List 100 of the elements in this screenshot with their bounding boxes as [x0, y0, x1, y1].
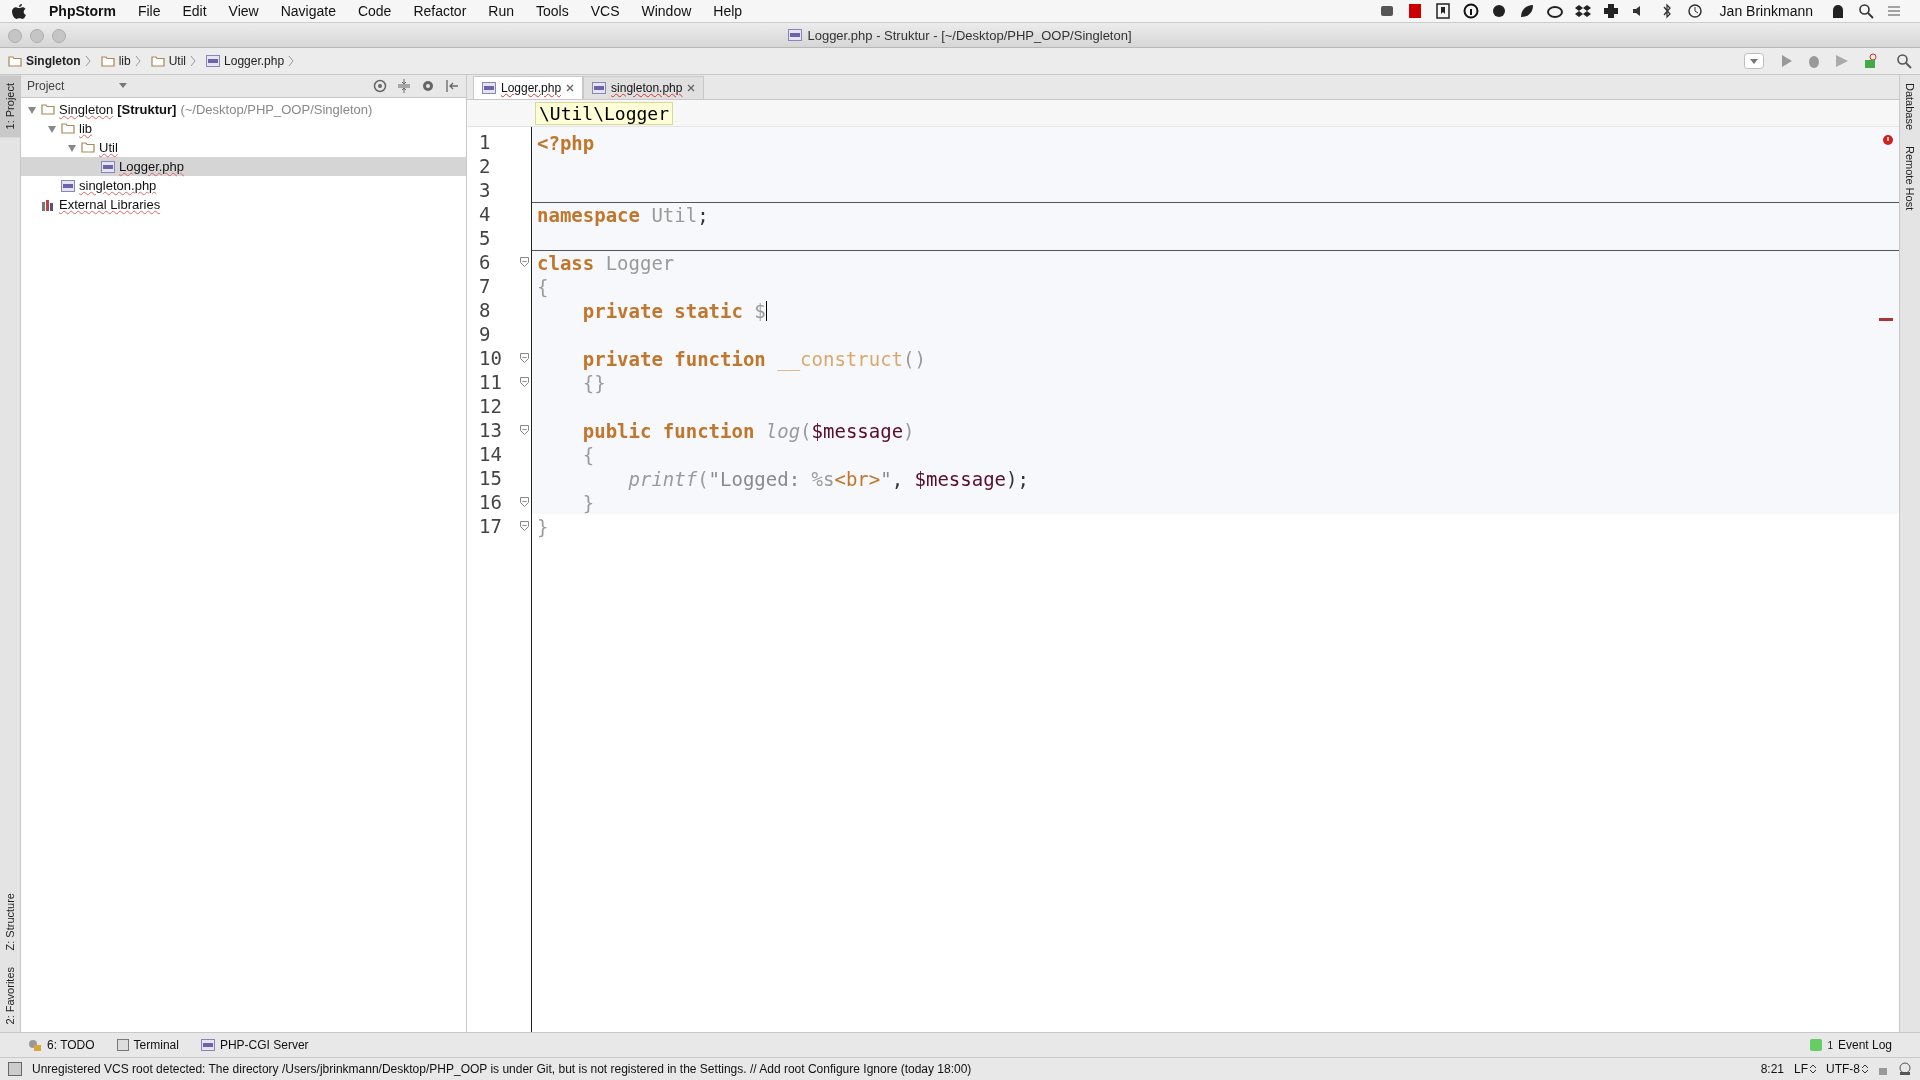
- tree-item[interactable]: lib: [21, 119, 466, 138]
- breadcrumb[interactable]: Logger.php: [206, 54, 301, 68]
- tool-window-tab[interactable]: Remote Host: [1900, 138, 1920, 219]
- menu-item[interactable]: Navigate: [269, 3, 347, 19]
- tree-item[interactable]: Logger.php: [21, 157, 466, 176]
- folder-icon: [100, 55, 115, 67]
- menu-item[interactable]: File: [126, 3, 172, 19]
- menu-item[interactable]: Tools: [525, 3, 580, 19]
- php-file-icon: [788, 29, 803, 41]
- code-token: Util: [651, 203, 698, 226]
- chevron-icon: [288, 55, 295, 67]
- code-token: Logger: [605, 251, 675, 274]
- library-icon: [41, 198, 55, 211]
- code-token: $message: [811, 419, 904, 442]
- bookmark-icon[interactable]: [1434, 3, 1451, 19]
- terminal-icon: [116, 1039, 129, 1051]
- expand-arrow-icon[interactable]: [27, 104, 37, 115]
- settings-icon[interactable]: [420, 78, 436, 94]
- menu-item[interactable]: Refactor: [402, 3, 478, 19]
- fold-marker-icon[interactable]: [520, 425, 529, 435]
- locate-icon[interactable]: [372, 78, 388, 94]
- inspector-icon[interactable]: [1898, 1062, 1912, 1076]
- menu-item[interactable]: Code: [346, 3, 403, 19]
- line-number: 15: [479, 467, 502, 489]
- line-number: 11: [479, 371, 502, 393]
- dropdown-arrow-icon: [119, 83, 127, 89]
- menu-item[interactable]: Help: [702, 3, 754, 19]
- search-icon[interactable]: [1896, 53, 1912, 69]
- tree-item-path: (~/Desktop/PHP_OOP/Singleton): [180, 102, 373, 117]
- code-token: ": [880, 467, 892, 490]
- line-number: 4: [479, 203, 491, 225]
- php-file-icon: [200, 1039, 215, 1051]
- tree-item[interactable]: Singleton [Struktur] (~/Desktop/PHP_OOP/Singleton): [21, 100, 466, 119]
- tree-item-label: lib: [79, 121, 92, 136]
- encoding-selector[interactable]: UTF-8: [1826, 1062, 1868, 1076]
- leaf-icon[interactable]: [1518, 3, 1535, 19]
- user-name[interactable]: Jan Brinkmann: [1708, 3, 1824, 19]
- dropbox-icon[interactable]: [1574, 3, 1591, 19]
- fold-marker-icon[interactable]: [520, 377, 529, 387]
- tree-item[interactable]: singleton.php: [21, 176, 466, 195]
- menu-item[interactable]: View: [217, 3, 270, 19]
- menu-item[interactable]: Window: [630, 3, 703, 19]
- up-down-arrow-icon: [1810, 1064, 1816, 1074]
- breadcrumb[interactable]: lib: [100, 54, 147, 68]
- line-number: 2: [479, 155, 491, 177]
- fold-marker-icon[interactable]: [520, 521, 529, 531]
- close-icon[interactable]: [566, 84, 575, 92]
- dropdown-icon[interactable]: [1744, 53, 1764, 69]
- fold-marker-icon[interactable]: [520, 257, 529, 267]
- code-token: ;: [697, 203, 709, 226]
- editor-tab[interactable]: Logger.php: [473, 76, 584, 99]
- project-view-selector[interactable]: Project: [27, 79, 127, 93]
- hide-icon[interactable]: [444, 78, 460, 94]
- php-file-icon: [206, 55, 221, 67]
- tool-window-tab[interactable]: Terminal: [116, 1038, 179, 1052]
- tool-window-tab[interactable]: 2: Favorites: [0, 958, 20, 1032]
- breadcrumb[interactable]: Util: [150, 54, 203, 68]
- panel-toggle-icon[interactable]: [8, 1062, 22, 1076]
- tool-window-tab[interactable]: Z: Structure: [0, 885, 20, 959]
- tree-item[interactable]: Util: [21, 138, 466, 157]
- history-icon[interactable]: [1686, 3, 1703, 19]
- php-file-icon: [482, 82, 496, 94]
- tree-item-label: Logger.php: [119, 159, 185, 174]
- tree-item[interactable]: External Libraries: [21, 195, 466, 214]
- code-token: {: [537, 275, 549, 298]
- code-token: $: [754, 299, 766, 322]
- close-icon[interactable]: [687, 84, 696, 92]
- folder-icon: [150, 55, 165, 67]
- code-token: (: [697, 467, 709, 490]
- code-token: }: [537, 515, 549, 538]
- caret-position[interactable]: 8:21: [1760, 1062, 1784, 1076]
- menu-item[interactable]: Run: [477, 3, 525, 19]
- editor-tab[interactable]: singleton.php: [583, 76, 705, 99]
- breadcrumb[interactable]: Singleton: [8, 54, 97, 68]
- apple-logo-icon[interactable]: [12, 3, 26, 19]
- fold-marker-icon[interactable]: [520, 353, 529, 363]
- code-token: __construct: [777, 347, 904, 370]
- collapse-icon[interactable]: [396, 78, 412, 94]
- line-number: 8: [479, 299, 491, 321]
- menu-item[interactable]: VCS: [579, 3, 631, 19]
- tray-icon[interactable]: [1378, 3, 1395, 19]
- plus-icon[interactable]: [1602, 3, 1619, 19]
- php-file-icon: [101, 160, 115, 173]
- line-separator-selector[interactable]: LF: [1794, 1062, 1816, 1076]
- search-icon[interactable]: [1858, 3, 1874, 19]
- tool-window-tab[interactable]: Database: [1900, 75, 1920, 139]
- tool-window-tab[interactable]: 6: TODO: [28, 1038, 95, 1052]
- code-token: ): [903, 419, 915, 442]
- tool-window-tab[interactable]: 1: Project: [0, 75, 20, 138]
- tool-window-tab[interactable]: PHP-CGI Server: [200, 1038, 309, 1052]
- code-token: {: [582, 443, 595, 466]
- expand-arrow-icon[interactable]: [47, 123, 57, 134]
- menu-item[interactable]: Edit: [171, 3, 218, 19]
- code-token: private function: [582, 347, 766, 370]
- expand-arrow-icon[interactable]: [67, 142, 77, 153]
- fold-marker-icon[interactable]: [520, 497, 529, 507]
- info-icon[interactable]: [1462, 3, 1479, 19]
- folder-icon: [8, 55, 22, 67]
- code-token: );: [1006, 467, 1029, 490]
- app-menu[interactable]: PhpStorm: [38, 3, 127, 19]
